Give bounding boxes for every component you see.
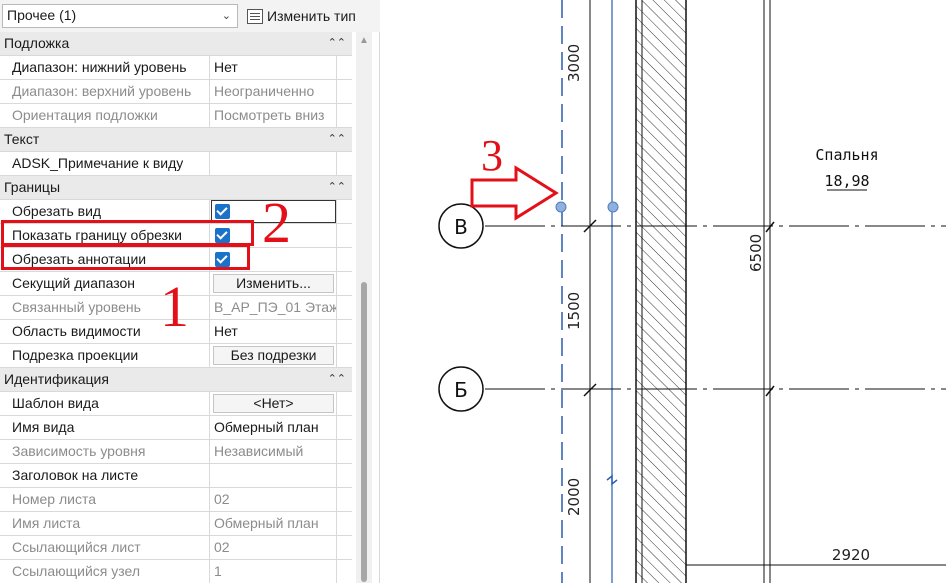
property-row[interactable]: Ссылающийся лист 02	[0, 536, 352, 560]
dimension-6500[interactable]: 6500	[747, 234, 765, 272]
room-name[interactable]: Спальня	[815, 146, 878, 164]
property-value: Посмотреть вниз	[214, 107, 325, 123]
wall-hatch	[636, 0, 686, 583]
property-label: Заголовок на листе	[0, 464, 210, 487]
group-extents[interactable]: Границы ⌃⌃	[0, 176, 352, 200]
property-row[interactable]: Ссылающийся узел 1	[0, 560, 352, 583]
property-value: 02	[214, 539, 230, 555]
property-label: Диапазон: нижний уровень	[0, 56, 210, 79]
group-title: Идентификация	[4, 371, 109, 387]
property-label: Зависимость уровня	[0, 440, 210, 463]
property-value: Неограниченно	[214, 83, 315, 99]
properties-scrollbar[interactable]: ▲	[356, 32, 372, 583]
property-value: Обмерный план	[214, 515, 319, 531]
property-row[interactable]: Имя вида Обмерный план	[0, 416, 352, 440]
property-value[interactable]: Обмерный план	[211, 416, 336, 439]
dimension-2000[interactable]: 2000	[565, 478, 583, 516]
type-selector-value: Прочее (1)	[7, 7, 77, 23]
group-title: Подложка	[4, 35, 70, 51]
grid-label-b: Б	[454, 378, 468, 402]
chevron-down-icon: ⌄	[221, 10, 231, 22]
property-value[interactable]: Нет	[211, 320, 336, 343]
collapse-icon[interactable]: ⌃⌃	[328, 176, 346, 199]
property-value: 1	[214, 563, 222, 579]
property-value[interactable]	[211, 152, 336, 175]
dimension-2920[interactable]: 2920	[832, 546, 870, 564]
group-identity[interactable]: Идентификация ⌃⌃	[0, 368, 352, 392]
property-row[interactable]: Диапазон: нижний уровень Нет	[0, 56, 352, 80]
property-label: Диапазон: верхний уровень	[0, 80, 210, 103]
property-label: Ориентация подложки	[0, 104, 210, 127]
group-title: Текст	[4, 131, 40, 147]
property-row[interactable]: Ориентация подложки Посмотреть вниз	[0, 104, 352, 128]
property-row[interactable]: Зависимость уровня Независимый	[0, 440, 352, 464]
group-underlay[interactable]: Подложка ⌃⌃	[0, 32, 352, 56]
group-title: Границы	[4, 179, 60, 195]
property-label: Имя листа	[0, 512, 210, 535]
property-row[interactable]: ADSK_Примечание к виду	[0, 152, 352, 176]
collapse-icon[interactable]: ⌃⌃	[328, 128, 346, 151]
property-row[interactable]: Номер листа 02	[0, 488, 352, 512]
collapse-icon[interactable]: ⌃⌃	[328, 368, 346, 391]
property-label: Подрезка проекции	[0, 344, 210, 367]
room-area[interactable]: 18,98	[824, 172, 869, 190]
edit-type-icon	[247, 8, 263, 24]
property-label: Шаблон вида	[0, 392, 210, 415]
view-range-edit-button[interactable]: Изменить...	[213, 274, 334, 293]
edit-type-label: Изменить тип	[267, 8, 356, 24]
crop-view-checkbox[interactable]	[215, 204, 230, 219]
annotation-number-3: 3	[481, 131, 503, 180]
crop-grip-handle[interactable]	[555, 201, 567, 213]
dimension-1500[interactable]: 1500	[565, 292, 583, 330]
grid-label-v: В	[454, 215, 468, 239]
annotation-number-1: 1	[160, 274, 189, 339]
property-label: Ссылающийся лист	[0, 536, 210, 559]
property-row[interactable]: Диапазон: верхний уровень Неограниченно	[0, 80, 352, 104]
property-label: Имя вида	[0, 416, 210, 439]
properties-panel: Прочее (1) ⌄ Изменить тип Подложка ⌃⌃ Ди…	[0, 0, 380, 583]
drawing-canvas[interactable]: 3000 1500 2000 6500 В Б Спальня 18,98 29…	[381, 0, 946, 583]
property-value[interactable]: Нет	[211, 56, 336, 79]
edit-type-button[interactable]: Изменить тип	[245, 4, 358, 28]
property-row[interactable]: Подрезка проекции Без подрезки	[0, 344, 352, 368]
property-row[interactable]: Имя листа Обмерный план	[0, 512, 352, 536]
view-template-button[interactable]: <Нет>	[213, 394, 334, 413]
property-value: В_АР_ПЭ_01 Этаж	[214, 299, 336, 315]
property-value: Независимый	[214, 443, 304, 459]
type-selector-dropdown[interactable]: Прочее (1) ⌄	[2, 4, 238, 28]
property-value[interactable]	[211, 464, 336, 487]
far-clipping-button[interactable]: Без подрезки	[213, 346, 334, 365]
annotation-crop-grip-handle[interactable]	[607, 201, 619, 213]
highlight-box-1	[1, 244, 250, 270]
property-value: 02	[214, 491, 230, 507]
group-text[interactable]: Текст ⌃⌃	[0, 128, 352, 152]
property-row[interactable]: Шаблон вида <Нет>	[0, 392, 352, 416]
property-label: ADSK_Примечание к виду	[0, 152, 210, 175]
floor-plan-view[interactable]: 3000 1500 2000 6500 В Б Спальня 18,98 29…	[381, 0, 946, 583]
scroll-up-icon[interactable]: ▲	[359, 35, 369, 46]
property-label: Ссылающийся узел	[0, 560, 210, 583]
scrollbar-thumb[interactable]	[361, 282, 367, 582]
property-row[interactable]: Заголовок на листе	[0, 464, 352, 488]
break-line-icon	[606, 474, 618, 486]
annotation-number-2: 2	[262, 190, 291, 255]
dimension-3000[interactable]: 3000	[565, 44, 583, 82]
collapse-icon[interactable]: ⌃⌃	[328, 32, 346, 55]
type-selector-bar: Прочее (1) ⌄ Изменить тип	[0, 0, 380, 32]
highlight-box-2	[1, 220, 254, 246]
property-label: Номер листа	[0, 488, 210, 511]
